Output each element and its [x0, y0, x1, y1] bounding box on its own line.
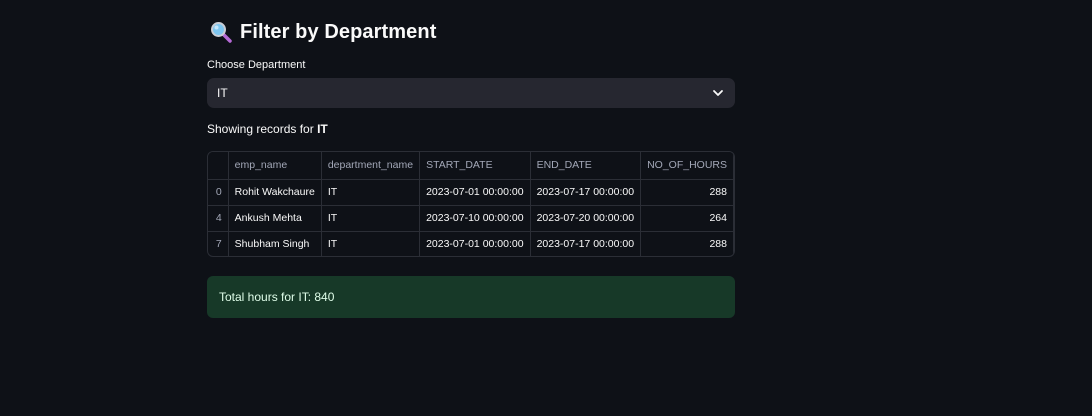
cell-hours[interactable]: 288: [640, 231, 734, 256]
showing-department: IT: [317, 122, 328, 136]
table-row: 7 Shubham Singh IT 2023-07-01 00:00:00 2…: [208, 231, 734, 256]
cell-hours[interactable]: 288: [640, 179, 734, 206]
cell-emp-name[interactable]: Shubham Singh: [228, 231, 322, 256]
showing-prefix: Showing records for: [207, 122, 318, 136]
cell-end-date[interactable]: 2023-07-20 00:00:00: [530, 205, 642, 232]
cell-department-name[interactable]: IT: [321, 179, 421, 206]
department-select-label: Choose Department: [207, 59, 306, 71]
cell-start-date[interactable]: 2023-07-01 00:00:00: [419, 231, 531, 256]
cell-emp-name[interactable]: Rohit Wakchaure: [228, 179, 322, 206]
showing-records-text: Showing records for IT: [207, 122, 328, 136]
cell-end-date[interactable]: 2023-07-17 00:00:00: [530, 231, 642, 256]
department-select[interactable]: IT: [207, 78, 735, 108]
table-row: 0 Rohit Wakchaure IT 2023-07-01 00:00:00…: [208, 179, 734, 206]
department-select-value: IT: [217, 86, 228, 100]
cell-end-date[interactable]: 2023-07-17 00:00:00: [530, 179, 642, 206]
chevron-down-icon[interactable]: [711, 86, 725, 100]
column-header-index[interactable]: [208, 152, 229, 180]
cell-hours[interactable]: 264: [640, 205, 734, 232]
records-table[interactable]: emp_name department_name START_DATE END_…: [207, 151, 735, 257]
row-index: 0: [208, 179, 229, 206]
row-index: 7: [208, 231, 229, 256]
table-row: 4 Ankush Mehta IT 2023-07-10 00:00:00 20…: [208, 205, 734, 232]
cell-department-name[interactable]: IT: [321, 231, 421, 256]
column-header-department-name[interactable]: department_name: [321, 152, 421, 180]
column-header-hours[interactable]: NO_OF_HOURS: [640, 152, 734, 180]
table-header-row: emp_name department_name START_DATE END_…: [208, 152, 734, 180]
total-hours-alert: Total hours for IT: 840: [207, 276, 735, 318]
page-title-row: Filter by Department: [210, 18, 436, 46]
cell-start-date[interactable]: 2023-07-10 00:00:00: [419, 205, 531, 232]
cell-start-date[interactable]: 2023-07-01 00:00:00: [419, 179, 531, 206]
cell-emp-name[interactable]: Ankush Mehta: [228, 205, 322, 232]
row-index: 4: [208, 205, 229, 232]
cell-department-name[interactable]: IT: [321, 205, 421, 232]
magnifying-glass-icon: [210, 21, 232, 43]
column-header-end-date[interactable]: END_DATE: [530, 152, 642, 180]
column-header-start-date[interactable]: START_DATE: [419, 152, 531, 180]
records-table-grid: emp_name department_name START_DATE END_…: [208, 152, 734, 256]
total-hours-text: Total hours for IT: 840: [219, 290, 335, 304]
page-title: Filter by Department: [240, 20, 437, 43]
column-header-emp-name[interactable]: emp_name: [228, 152, 322, 180]
